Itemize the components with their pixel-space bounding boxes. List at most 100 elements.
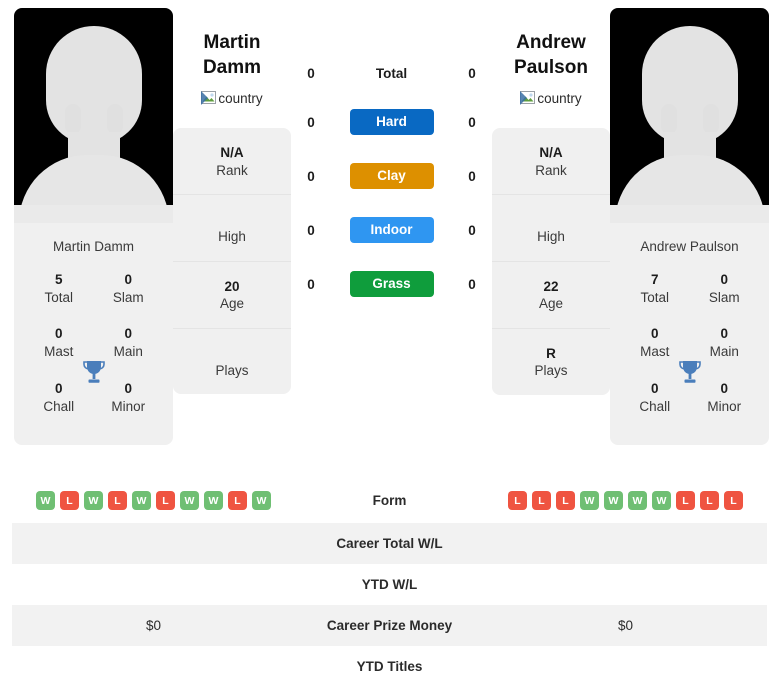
trophy-icon — [678, 361, 701, 383]
info-row-high: High — [492, 195, 610, 262]
stat-cell-right: LLLWWWWLLL — [484, 478, 767, 523]
stat-total-label: Total — [44, 289, 74, 305]
form-badge-win[interactable]: W — [628, 491, 647, 510]
form-badge-win[interactable]: W — [84, 491, 103, 510]
surface-badge-indoor[interactable]: Indoor — [349, 217, 434, 243]
stat-total-label: Total — [640, 289, 670, 305]
avatar-ear-right — [702, 104, 719, 134]
info-row-rank: N/A Rank — [492, 128, 610, 196]
table-row: YTD W/L — [12, 564, 767, 605]
surface-badge-clay[interactable]: Clay — [349, 163, 434, 189]
stat-minor-label: Minor — [111, 398, 146, 414]
h2h-left-count: 0 — [307, 66, 315, 81]
titles-grid-left: 5 Total 0 Slam 0 Mast 0 Main 0 Chall 0 M… — [14, 258, 173, 445]
form-badge-loss[interactable]: L — [508, 491, 527, 510]
player-card-left[interactable]: Martin Damm 5 Total 0 Slam 0 Mast 0 Main — [14, 8, 173, 446]
h2h-label-wrap: Hard — [331, 109, 452, 135]
player-comparison-page: Martin Damm 5 Total 0 Slam 0 Mast 0 Main — [0, 0, 779, 699]
photo-fade — [610, 205, 769, 223]
stat-cell-left: $0 — [12, 605, 295, 646]
stat-total: 7 Total — [620, 264, 690, 318]
info-row-rank: N/A Rank — [173, 128, 291, 196]
form-badge-win[interactable]: W — [180, 491, 199, 510]
trophy-icon — [82, 361, 105, 383]
stat-chall-label: Chall — [43, 398, 75, 414]
form-badge-loss[interactable]: L — [60, 491, 79, 510]
country-alt-text-right: country — [537, 91, 582, 107]
form-badge-loss[interactable]: L — [556, 491, 575, 510]
stat-slam-value: 0 — [720, 272, 728, 287]
form-badge-loss[interactable]: L — [700, 491, 719, 510]
info-plays-value: R — [546, 345, 556, 361]
form-badge-loss[interactable]: L — [108, 491, 127, 510]
player-name-left: Martin Damm — [52, 239, 134, 254]
country-flag-right: country — [492, 90, 610, 106]
stat-cell-right — [484, 646, 767, 687]
form-badge-win[interactable]: W — [132, 491, 151, 510]
avatar-head — [45, 26, 142, 144]
player-heading-left-line1: Martin — [203, 32, 261, 53]
player-photo-right — [610, 8, 769, 223]
photo-fade — [14, 205, 173, 223]
h2h-row-indoor: 0 Indoor 0 — [291, 217, 492, 243]
info-row-plays: R Plays — [492, 329, 610, 395]
stat-value-right: $0 — [617, 618, 634, 633]
stat-total: 5 Total — [24, 264, 94, 318]
info-high-value — [179, 211, 285, 228]
info-row-plays: Plays — [173, 329, 291, 395]
stat-total-value: 7 — [650, 272, 659, 287]
form-strip-left: WLWLWLWWLW — [18, 491, 289, 510]
form-badge-loss[interactable]: L — [532, 491, 551, 510]
form-badge-win[interactable]: W — [252, 491, 271, 510]
surface-badge-grass[interactable]: Grass — [349, 271, 434, 297]
info-rank-value: N/A — [539, 145, 563, 161]
player-info-left: Martin Damm country N/A Rank High 20 Age… — [173, 8, 291, 395]
stat-main-value: 0 — [720, 326, 728, 342]
h2h-row-clay: 0 Clay 0 — [291, 163, 492, 189]
form-badge-win[interactable]: W — [604, 491, 623, 510]
player-heading-right: Andrew Paulson — [492, 30, 610, 80]
avatar-ear-left — [64, 104, 81, 134]
player-info-card-left: N/A Rank High 20 Age Plays — [173, 128, 291, 395]
form-badge-win[interactable]: W — [580, 491, 599, 510]
info-row-age: 22 Age — [492, 262, 610, 329]
stat-cell-right: $0 — [484, 605, 767, 646]
form-badge-loss[interactable]: L — [228, 491, 247, 510]
comparison-stats-table: W L W L W L W W L W Form L L L W W W W L L L Career Total W/L… — [12, 478, 767, 687]
player-card-right[interactable]: Andrew Paulson 7 Total 0 Slam 0 Mast 0 M… — [610, 8, 769, 446]
h2h-left-count: 0 — [307, 276, 315, 292]
info-rank-label: Rank — [216, 162, 248, 178]
form-badge-loss[interactable]: L — [724, 491, 743, 510]
h2h-label-wrap: Clay — [331, 163, 452, 189]
stat-slam-label: Slam — [112, 289, 144, 305]
stat-mast-value: 0 — [650, 326, 659, 342]
form-badge-win[interactable]: W — [36, 491, 55, 510]
stat-value-left: $0 — [145, 618, 162, 633]
surface-badge-hard[interactable]: Hard — [349, 109, 434, 135]
stat-slam: 0 Slam — [690, 264, 760, 318]
h2h-left-count: 0 — [307, 168, 315, 184]
stat-cell-left — [12, 564, 295, 605]
h2h-right-count: 0 — [468, 222, 476, 238]
info-high-value — [498, 211, 604, 228]
info-age-label: Age — [538, 296, 564, 312]
form-badge-win[interactable]: W — [652, 491, 671, 510]
form-strip-right: LLLWWWWLLL — [490, 491, 761, 510]
broken-image-icon — [520, 90, 536, 106]
stat-minor-label: Minor — [707, 398, 742, 414]
form-badge-loss[interactable]: L — [676, 491, 695, 510]
h2h-right-count: 0 — [468, 276, 476, 292]
h2h-right-count: 0 — [468, 168, 476, 184]
country-alt-text-left: country — [218, 91, 263, 107]
player-heading-right-line2: Paulson — [514, 57, 588, 79]
form-badge-loss[interactable]: L — [156, 491, 175, 510]
form-badge-win[interactable]: W — [204, 491, 223, 510]
h2h-label-wrap: Total — [331, 66, 452, 81]
h2h-total-label: Total — [375, 66, 408, 81]
stat-chall-label: Chall — [639, 398, 671, 414]
stat-slam: 0 Slam — [94, 264, 164, 318]
player-info-card-right: N/A Rank High 22 Age R Plays — [492, 128, 610, 395]
player-info-right: Andrew Paulson country N/A Rank High 22 … — [492, 8, 610, 395]
stat-slam-label: Slam — [708, 289, 740, 305]
avatar-ear-left — [660, 104, 677, 134]
